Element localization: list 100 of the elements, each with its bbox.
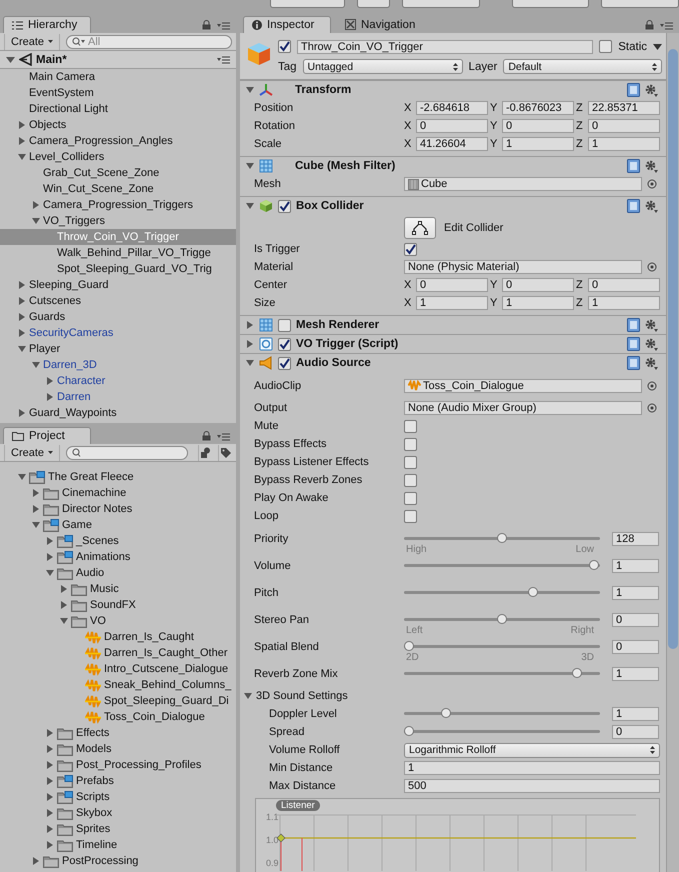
toolbar-button[interactable] bbox=[402, 0, 480, 8]
disclosure-triangle-icon[interactable] bbox=[32, 201, 40, 209]
number-field[interactable]: 1 bbox=[588, 296, 660, 310]
tree-item[interactable]: Skybox bbox=[0, 805, 236, 821]
disclosure-triangle-icon[interactable] bbox=[46, 729, 54, 737]
disclosure-triangle-icon[interactable] bbox=[18, 153, 26, 161]
toolbar-button[interactable] bbox=[270, 0, 345, 8]
tree-item[interactable]: VO bbox=[0, 613, 236, 629]
filter-by-type-button[interactable] bbox=[198, 444, 212, 460]
tree-item[interactable]: Models bbox=[0, 741, 236, 757]
number-field[interactable]: 0 bbox=[416, 278, 488, 292]
tree-item[interactable]: Walk_Behind_Pillar_VO_Trigge bbox=[0, 245, 236, 261]
disclosure-triangle-icon[interactable] bbox=[18, 409, 26, 417]
menu-icon[interactable] bbox=[217, 433, 230, 441]
number-field[interactable]: 0 bbox=[588, 119, 660, 133]
scrollbar[interactable] bbox=[666, 33, 679, 872]
disclosure-triangle-icon[interactable] bbox=[18, 345, 26, 353]
number-field[interactable]: 0 bbox=[588, 278, 660, 292]
lock-icon[interactable] bbox=[202, 431, 211, 441]
help-book-icon[interactable] bbox=[627, 159, 640, 173]
filter-by-label-button[interactable] bbox=[218, 444, 232, 460]
settings-icon[interactable] bbox=[645, 338, 658, 350]
tree-item[interactable]: EventSystem bbox=[0, 85, 236, 101]
tree-item[interactable]: _Scenes bbox=[0, 533, 236, 549]
help-book-icon[interactable] bbox=[627, 356, 640, 370]
enable-checkbox[interactable] bbox=[278, 318, 291, 332]
number-field[interactable]: 0 bbox=[612, 640, 659, 654]
settings-icon[interactable] bbox=[645, 356, 658, 370]
tree-item[interactable]: Darren_Is_Caught bbox=[0, 629, 236, 645]
disclosure-triangle-icon[interactable] bbox=[46, 377, 54, 385]
active-checkbox[interactable] bbox=[278, 40, 291, 53]
disclosure-triangle-icon[interactable] bbox=[32, 489, 40, 497]
settings-icon[interactable] bbox=[645, 200, 658, 212]
disclosure-triangle-icon[interactable] bbox=[46, 793, 54, 801]
tree-item[interactable]: Grab_Cut_Scene_Zone bbox=[0, 165, 236, 181]
lock-icon[interactable] bbox=[202, 20, 211, 30]
help-book-icon[interactable] bbox=[627, 337, 640, 351]
disclosure-triangle-icon[interactable] bbox=[18, 329, 26, 337]
slider-thumb[interactable] bbox=[404, 640, 414, 650]
tree-item[interactable]: Timeline bbox=[0, 837, 236, 853]
number-field[interactable]: 1 bbox=[612, 707, 659, 721]
disclosure-triangle-icon[interactable] bbox=[246, 359, 254, 367]
tree-item[interactable]: SecurityCameras bbox=[0, 325, 236, 341]
tree-item[interactable]: Scripts bbox=[0, 789, 236, 805]
slider-thumb[interactable] bbox=[441, 708, 451, 718]
tree-item[interactable]: Audio bbox=[0, 565, 236, 581]
checkbox[interactable] bbox=[404, 456, 417, 468]
settings-icon[interactable] bbox=[645, 318, 658, 332]
disclosure-triangle-icon[interactable] bbox=[32, 505, 40, 513]
tree-item[interactable]: Win_Cut_Scene_Zone bbox=[0, 181, 236, 197]
disclosure-triangle-icon[interactable] bbox=[246, 340, 254, 348]
tree-item[interactable]: Spot_Sleeping_Guard_Di bbox=[0, 693, 236, 709]
number-field[interactable]: 1 bbox=[612, 666, 659, 680]
tree-item[interactable]: Darren_Is_Caught_Other bbox=[0, 645, 236, 661]
tree-item[interactable]: SoundFX bbox=[0, 597, 236, 613]
dropdown[interactable]: Logarithmic Rolloff bbox=[404, 742, 660, 758]
number-field[interactable]: 1 bbox=[502, 137, 574, 151]
disclosure-triangle-icon[interactable] bbox=[60, 585, 68, 593]
number-field[interactable]: 0 bbox=[612, 725, 659, 739]
number-field[interactable]: 1 bbox=[404, 761, 660, 775]
tree-item[interactable]: Player bbox=[0, 341, 236, 357]
disclosure-triangle-icon[interactable] bbox=[46, 825, 54, 833]
number-field[interactable]: 41.26604 bbox=[416, 137, 488, 151]
disclosure-triangle-icon[interactable] bbox=[46, 745, 54, 753]
tree-item[interactable]: Post_Processing_Profiles bbox=[0, 757, 236, 773]
number-field[interactable]: 1 bbox=[588, 137, 660, 151]
number-field[interactable]: 1 bbox=[502, 296, 574, 310]
tree-item[interactable]: Character bbox=[0, 373, 236, 389]
tree-item[interactable]: VO_Triggers bbox=[0, 213, 236, 229]
disclosure-triangle-icon[interactable] bbox=[18, 121, 26, 129]
object-field[interactable]: None (Audio Mixer Group) bbox=[404, 401, 642, 415]
toolbar-button[interactable] bbox=[601, 0, 679, 8]
enable-checkbox[interactable] bbox=[278, 356, 291, 370]
tree-item[interactable]: The Great Fleece bbox=[0, 469, 236, 485]
settings-icon[interactable] bbox=[645, 84, 658, 96]
disclosure-triangle-icon[interactable] bbox=[46, 841, 54, 849]
checkbox[interactable] bbox=[404, 510, 417, 522]
checkbox[interactable] bbox=[404, 492, 417, 504]
enable-checkbox[interactable] bbox=[278, 338, 291, 350]
tree-item[interactable]: Level_Colliders bbox=[0, 149, 236, 165]
object-picker-icon[interactable] bbox=[647, 262, 657, 272]
number-field[interactable]: 0 bbox=[502, 278, 574, 292]
disclosure-triangle-icon[interactable] bbox=[32, 217, 40, 225]
search-field[interactable] bbox=[66, 446, 188, 460]
tree-item[interactable]: Camera_Progression_Angles bbox=[0, 133, 236, 149]
help-book-icon[interactable] bbox=[627, 199, 640, 213]
tree-item[interactable]: Sleeping_Guard bbox=[0, 277, 236, 293]
disclosure-triangle-icon[interactable] bbox=[60, 617, 68, 625]
tree-item[interactable]: Music bbox=[0, 581, 236, 597]
tree-item[interactable]: Toss_Coin_Dialogue bbox=[0, 709, 236, 725]
slider-thumb[interactable] bbox=[496, 614, 506, 624]
number-field[interactable]: 0 bbox=[502, 119, 574, 133]
tree-item[interactable]: Darren_3D bbox=[0, 357, 236, 373]
disclosure-triangle-icon[interactable] bbox=[46, 569, 54, 577]
tree-item[interactable]: Cinemachine bbox=[0, 485, 236, 501]
tree-item[interactable]: Guards bbox=[0, 309, 236, 325]
checkbox[interactable] bbox=[404, 438, 417, 450]
tree-item[interactable]: Objects bbox=[0, 117, 236, 133]
menu-icon[interactable] bbox=[660, 22, 673, 30]
number-field[interactable]: 0 bbox=[416, 119, 488, 133]
